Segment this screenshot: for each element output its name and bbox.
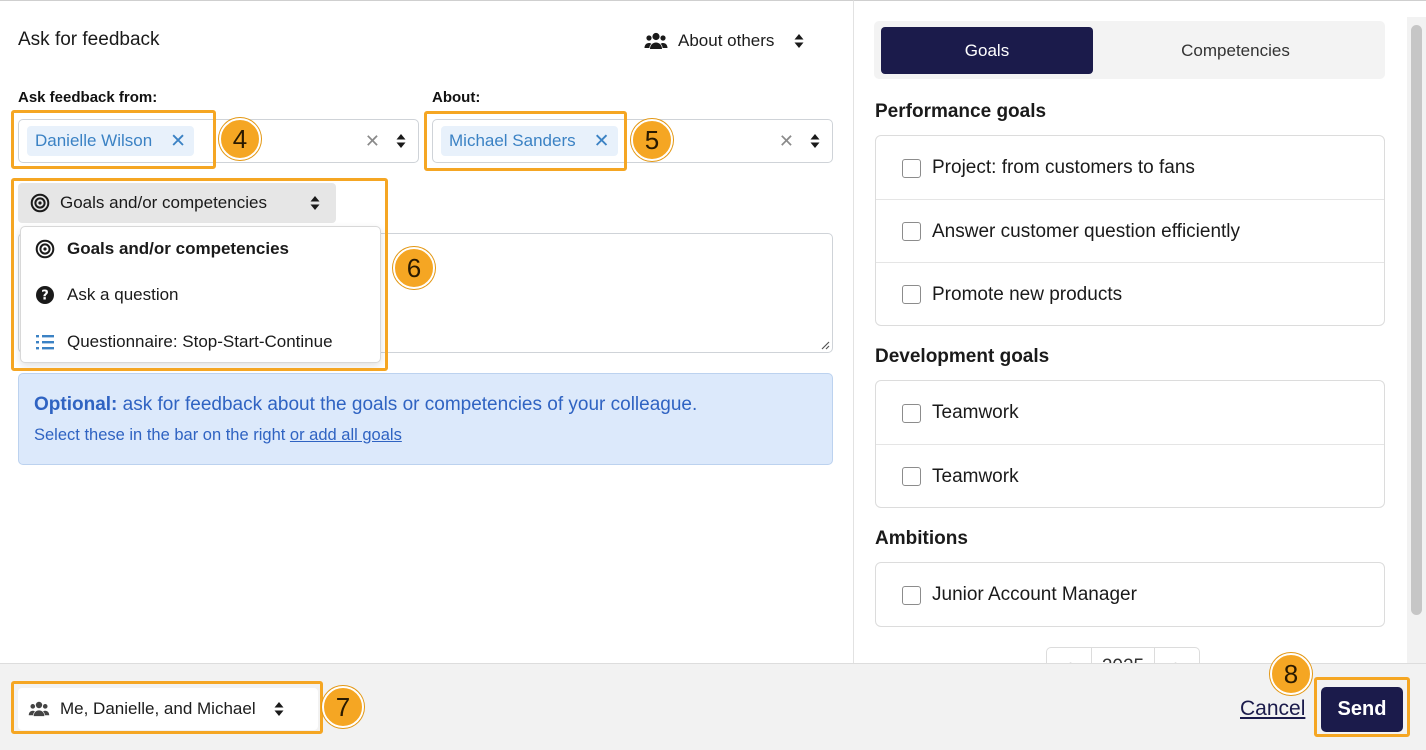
clear-icon[interactable]: ✕ — [365, 131, 380, 152]
callout-frame-5 — [424, 111, 627, 171]
callout-frame-8 — [1314, 677, 1410, 737]
year-navigator: ‹ 2025 › — [1046, 647, 1200, 663]
goal-checkbox[interactable] — [902, 285, 921, 304]
callout-badge-4: 4 — [219, 118, 261, 160]
goal-item[interactable]: Promote new products — [876, 262, 1384, 326]
info-text: Optional: ask for feedback about the goa… — [34, 394, 697, 416]
goal-label: Teamwork — [932, 465, 1019, 487]
section-title-ambitions: Ambitions — [875, 528, 968, 549]
goal-item[interactable]: Teamwork — [876, 381, 1384, 445]
callout-frame-4 — [11, 110, 216, 169]
feedback-form-pane: Ask for feedback About others Ask feedba… — [0, 0, 853, 663]
sort-updown-icon — [794, 33, 804, 49]
ambitions-list: Junior Account Manager — [875, 562, 1385, 627]
section-title-performance-goals: Performance goals — [875, 101, 1047, 122]
about-label: About: — [432, 89, 481, 106]
scrollbar[interactable] — [1407, 17, 1426, 663]
goal-label: Answer customer question efficiently — [932, 220, 1241, 242]
goal-checkbox[interactable] — [902, 222, 921, 241]
info-hint-text: Select these in the bar on the right — [34, 426, 290, 444]
callout-badge-5: 5 — [631, 119, 673, 161]
optional-info-box: Optional: ask for feedback about the goa… — [18, 373, 833, 465]
goal-item[interactable]: Answer customer question efficiently — [876, 199, 1384, 263]
info-hint: Select these in the bar on the right or … — [34, 426, 402, 445]
cancel-button[interactable]: Cancel — [1240, 697, 1305, 721]
year-value: 2025 — [1091, 648, 1155, 663]
add-all-goals-link[interactable]: or add all goals — [290, 426, 402, 444]
callout-badge-7: 7 — [322, 686, 364, 728]
tab-competencies[interactable]: Competencies — [1093, 27, 1378, 74]
dialog-title: Ask for feedback — [18, 29, 160, 50]
performance-goals-list: Project: from customers to fans Answer c… — [875, 135, 1385, 326]
clear-icon[interactable]: ✕ — [779, 131, 794, 152]
tab-goals[interactable]: Goals — [881, 27, 1093, 74]
about-mode-label: About others — [678, 31, 775, 50]
callout-badge-8: 8 — [1270, 653, 1312, 695]
callout-frame-7 — [11, 681, 323, 734]
goal-checkbox[interactable] — [902, 585, 921, 605]
goal-checkbox[interactable] — [902, 467, 921, 486]
callout-frame-6 — [11, 178, 388, 371]
goal-item[interactable]: Junior Account Manager — [876, 563, 1384, 627]
optional-label: Optional: — [34, 394, 118, 415]
goal-label: Junior Account Manager — [932, 584, 1137, 605]
next-year-button[interactable]: › — [1155, 656, 1199, 663]
sort-updown-icon[interactable] — [396, 133, 406, 149]
goal-label: Teamwork — [932, 402, 1019, 423]
section-title-development-goals: Development goals — [875, 346, 1050, 367]
goal-label: Promote new products — [932, 283, 1123, 305]
users-icon — [644, 32, 668, 50]
goal-item[interactable]: Project: from customers to fans — [876, 136, 1384, 200]
info-message: ask for feedback about the goals or comp… — [117, 394, 698, 415]
resize-grip-icon[interactable] — [820, 340, 830, 350]
prev-year-button[interactable]: ‹ — [1047, 656, 1091, 663]
scrollbar-thumb[interactable] — [1411, 25, 1422, 615]
tab-bar: Goals Competencies — [874, 21, 1385, 79]
goal-label: Project: from customers to fans — [932, 157, 1195, 178]
goal-checkbox[interactable] — [902, 158, 921, 178]
about-mode-selector[interactable]: About others — [644, 29, 804, 53]
dialog-footer: Me, Danielle, and Michael Cancel Send 7 … — [0, 653, 1426, 750]
sort-updown-icon[interactable] — [810, 133, 820, 149]
development-goals-list: Teamwork Teamwork — [875, 380, 1385, 508]
goal-checkbox[interactable] — [902, 403, 921, 423]
goals-sidebar: Goals Competencies Performance goals Pro… — [853, 0, 1426, 663]
goal-item[interactable]: Teamwork — [876, 444, 1384, 508]
ask-from-label: Ask feedback from: — [18, 89, 158, 106]
callout-badge-6: 6 — [393, 247, 435, 289]
